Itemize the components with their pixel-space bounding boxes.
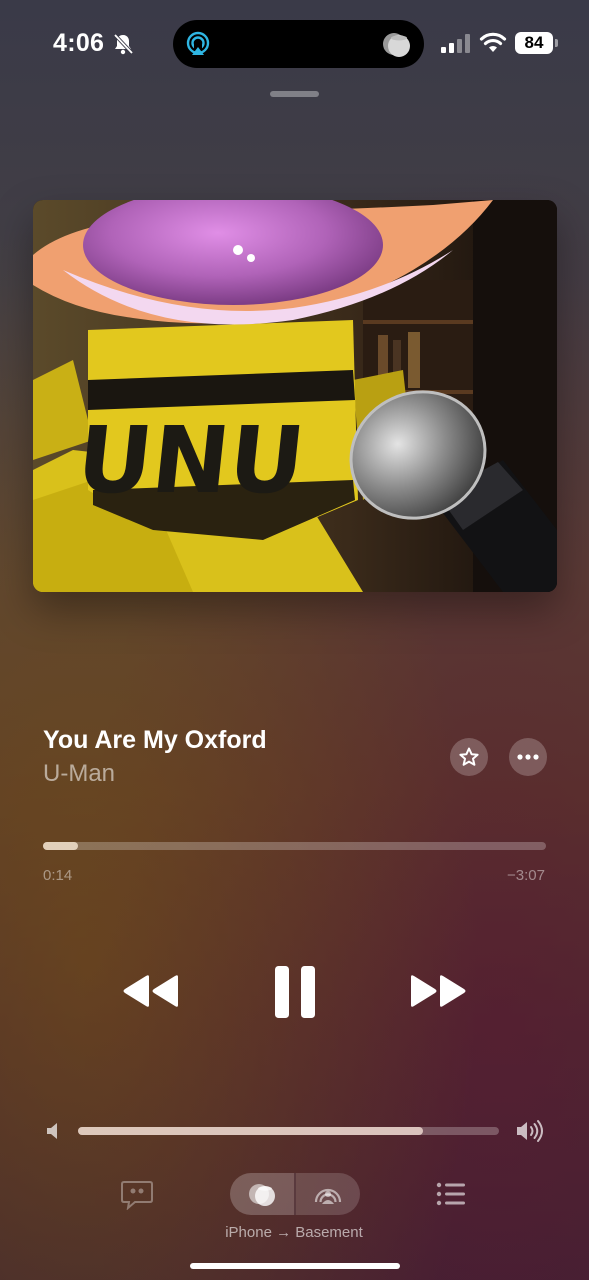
forward-button[interactable] — [409, 974, 467, 1008]
volume-level-fill — [78, 1127, 424, 1135]
svg-text:UNU: UNU — [72, 406, 310, 514]
remaining-time: −3:07 — [507, 867, 545, 884]
audio-route-control[interactable] — [230, 1173, 360, 1215]
shareplay-icon — [314, 1188, 342, 1204]
sheet-grabber[interactable] — [270, 91, 319, 97]
home-indicator[interactable] — [190, 1263, 400, 1269]
battery-indicator: 84 — [515, 32, 553, 54]
airplay-icon — [186, 31, 210, 55]
volume-high-icon — [517, 1120, 543, 1142]
volume-slider[interactable] — [78, 1127, 499, 1135]
star-icon — [459, 747, 479, 766]
album-artwork: UNU — [33, 200, 557, 592]
track-title[interactable]: You Are My Oxford — [43, 726, 267, 755]
homepod-icon — [383, 33, 410, 57]
elapsed-time: 0:14 — [43, 867, 73, 884]
pause-button[interactable] — [273, 965, 317, 1019]
bell-slash-icon — [113, 33, 133, 55]
track-artist[interactable]: U-Man — [43, 760, 115, 788]
playback-progress-fill — [43, 842, 79, 850]
cellular-signal-icon — [441, 34, 470, 53]
volume-low-icon — [47, 1123, 57, 1139]
wifi-icon — [479, 32, 507, 52]
status-bar: 4:06 84 — [0, 0, 589, 88]
favorite-button[interactable] — [450, 738, 488, 776]
airplay-route-button[interactable] — [296, 1173, 360, 1215]
battery-tip — [555, 39, 558, 47]
queue-button[interactable] — [436, 1182, 466, 1206]
more-options-button[interactable] — [509, 738, 547, 776]
ellipsis-icon — [517, 754, 539, 760]
dynamic-island[interactable] — [173, 20, 424, 68]
homepod-icon — [249, 1184, 275, 1206]
status-time: 4:06 — [53, 29, 105, 57]
playback-scrubber[interactable] — [43, 842, 546, 850]
homepod-route-button[interactable] — [230, 1173, 294, 1215]
audio-route-label[interactable]: iPhone → Basement — [194, 1224, 394, 1241]
rewind-button[interactable] — [122, 974, 180, 1008]
lyrics-button[interactable] — [121, 1180, 153, 1210]
